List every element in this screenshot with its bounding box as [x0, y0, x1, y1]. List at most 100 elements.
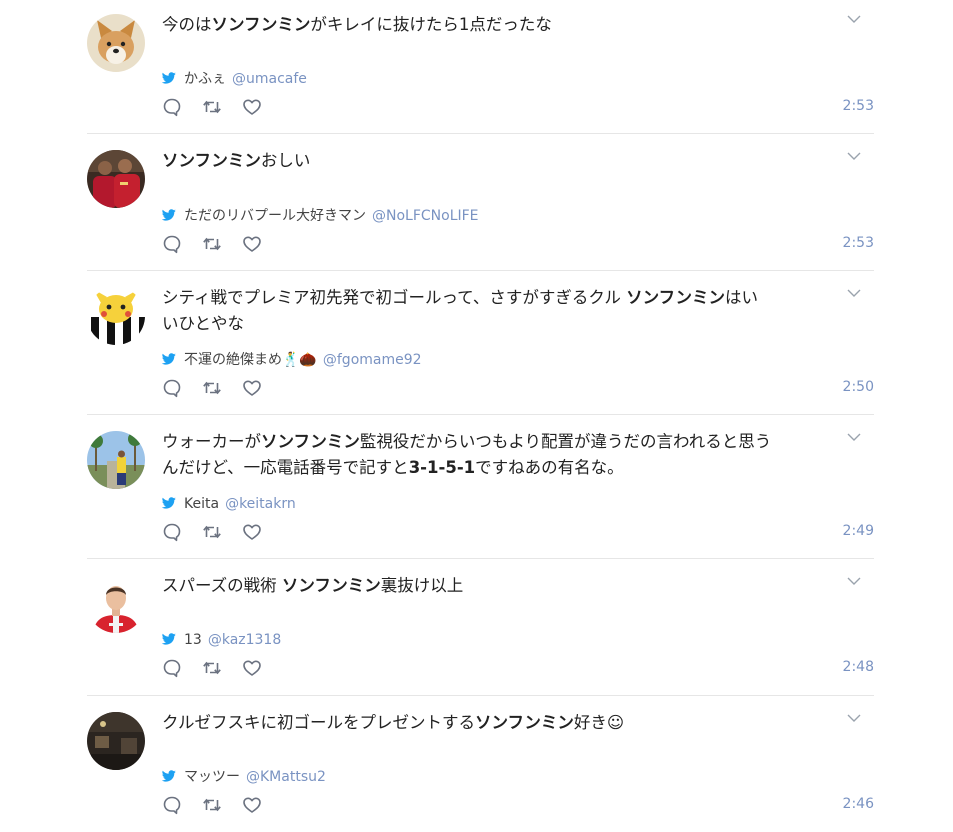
author-handle[interactable]: @umacafe	[232, 71, 307, 87]
author-name[interactable]: 不運の絶傑まめ🕺🌰	[184, 352, 317, 368]
avatar[interactable]	[87, 712, 145, 770]
tweet-timestamp[interactable]: 2:50	[843, 379, 874, 395]
tweet-text-highlight: ソンフンミン	[475, 713, 574, 732]
author-handle[interactable]: @KMattsu2	[246, 769, 326, 785]
tweet-text-segment: 今のは	[162, 15, 212, 34]
author-name[interactable]: かふぇ	[184, 71, 226, 87]
tweet-text: シティ戦でプレミア初先発で初ゴールって、さすがすぎるクル ソンフンミンはいいひと…	[162, 285, 802, 337]
tweet-text-segment: 好き☺	[573, 713, 625, 732]
avatar[interactable]	[87, 14, 145, 72]
retweet-icon[interactable]	[202, 795, 222, 815]
tweet-text-segment: スパーズの戦術	[162, 576, 282, 595]
tweet-text-segment: 裏抜け以上	[380, 576, 464, 595]
tweet-actions: 2:46	[162, 795, 874, 815]
tweet-text: 今のはソンフンミンがキレイに抜けたら1点だったな	[162, 12, 802, 38]
tweet-text: ソンフンミンおしい	[162, 148, 802, 174]
tweet-actions: 2:53	[162, 97, 874, 117]
heart-icon[interactable]	[242, 522, 262, 542]
tweet-text-highlight: ソンフンミン	[211, 15, 311, 34]
tweet-text-segment: いひとやな	[162, 314, 245, 333]
tweet-text-segment: はい	[724, 288, 758, 307]
author-name[interactable]: マッツー	[184, 769, 240, 785]
chevron-down-icon[interactable]	[847, 714, 861, 724]
avatar[interactable]	[87, 287, 145, 345]
twitter-bird-icon	[162, 770, 176, 782]
tweet-card: シティ戦でプレミア初先発で初ゴールって、さすがすぎるクル ソンフンミンはいいひと…	[87, 271, 874, 415]
avatar[interactable]	[87, 150, 145, 208]
reply-icon[interactable]	[162, 658, 182, 678]
tweet-author: かふぇ @umacafe	[162, 70, 307, 88]
tweet-card: クルゼフスキに初ゴールをプレゼントするソンフンミン好き☺ マッツー @KMatts…	[87, 696, 874, 832]
retweet-icon[interactable]	[202, 378, 222, 398]
avatar-pikachu-juventus-image	[87, 287, 145, 345]
tweet-author: 不運の絶傑まめ🕺🌰 @fgomame92	[162, 351, 422, 369]
tweet-card: ソンフンミンおしい ただのリバプール大好きマン @NoLFCNoLIFE 2:53	[87, 134, 874, 271]
heart-icon[interactable]	[242, 658, 262, 678]
tweet-author: マッツー @KMattsu2	[162, 768, 326, 786]
author-handle[interactable]: @fgomame92	[323, 352, 422, 368]
tweet-actions: 2:53	[162, 234, 874, 254]
tweet-text-highlight: ソンフンミン	[261, 432, 360, 451]
tweet-text-segment: んだけど、一応電話番号で記すと	[162, 458, 409, 477]
tweet-text: スパーズの戦術 ソンフンミン裏抜け以上	[162, 573, 802, 599]
avatar[interactable]	[87, 431, 145, 489]
heart-icon[interactable]	[242, 795, 262, 815]
heart-icon[interactable]	[242, 97, 262, 117]
avatar-corgi-image	[87, 14, 145, 72]
retweet-icon[interactable]	[202, 658, 222, 678]
reply-icon[interactable]	[162, 522, 182, 542]
twitter-bird-icon	[162, 497, 176, 509]
tweet-timestamp[interactable]: 2:53	[843, 98, 874, 114]
tweet-text-segment: ウォーカーが	[162, 432, 261, 451]
tweet-card: スパーズの戦術 ソンフンミン裏抜け以上 13 @kaz1318 2:48	[87, 559, 874, 696]
tweet-text-segment: 監視役だからいつもより配置が違うだの言われると思う	[359, 432, 772, 451]
tweet-text-segment: おしい	[260, 151, 311, 170]
author-name[interactable]: ただのリバプール大好きマン	[184, 208, 366, 224]
reply-icon[interactable]	[162, 795, 182, 815]
heart-icon[interactable]	[242, 378, 262, 398]
chevron-down-icon[interactable]	[847, 15, 861, 25]
tweet-text-segment: がキレイに抜けたら1点だったな	[310, 15, 552, 34]
retweet-icon[interactable]	[202, 97, 222, 117]
tweet-text: クルゼフスキに初ゴールをプレゼントするソンフンミン好き☺	[162, 710, 802, 736]
tweet-author: Keita @keitakrn	[162, 495, 296, 513]
tweet-timestamp[interactable]: 2:46	[843, 796, 874, 812]
tweet-timestamp[interactable]: 2:49	[843, 523, 874, 539]
author-handle[interactable]: @kaz1318	[208, 632, 281, 648]
chevron-down-icon[interactable]	[847, 577, 861, 587]
retweet-icon[interactable]	[202, 234, 222, 254]
tweet-author: ただのリバプール大好きマン @NoLFCNoLIFE	[162, 207, 479, 225]
avatar-dark-room-image	[87, 712, 145, 770]
chevron-down-icon[interactable]	[847, 289, 861, 299]
reply-icon[interactable]	[162, 378, 182, 398]
tweet-timestamp[interactable]: 2:53	[843, 235, 874, 251]
tweet-feed: 今のはソンフンミンがキレイに抜けたら1点だったな かふぇ @umacafe 2:5…	[87, 0, 874, 832]
author-handle[interactable]: @keitakrn	[225, 496, 296, 512]
tweet-timestamp[interactable]: 2:48	[843, 659, 874, 675]
author-handle[interactable]: @NoLFCNoLIFE	[372, 208, 479, 224]
tweet-text-highlight: ソンフンミン	[281, 576, 381, 595]
avatar-arsenal-player-image	[87, 575, 145, 633]
author-name[interactable]: Keita	[184, 496, 219, 512]
retweet-icon[interactable]	[202, 522, 222, 542]
avatar-palm-street-image	[87, 431, 145, 489]
reply-icon[interactable]	[162, 234, 182, 254]
chevron-down-icon[interactable]	[847, 433, 861, 443]
tweet-text-segment: シティ戦でプレミア初先発で初ゴールって、さすがすぎるクル	[162, 288, 627, 307]
reply-icon[interactable]	[162, 97, 182, 117]
twitter-bird-icon	[162, 353, 176, 365]
tweet-text: ウォーカーがソンフンミン監視役だからいつもより配置が違うだの言われると思うんだけ…	[162, 429, 802, 481]
tweet-text-highlight: ソンフンミン	[162, 151, 261, 170]
avatar[interactable]	[87, 575, 145, 633]
twitter-bird-icon	[162, 72, 176, 84]
tweet-text-segment: クルゼフスキに初ゴールをプレゼントする	[162, 713, 476, 732]
twitter-bird-icon	[162, 209, 176, 221]
tweet-card: 今のはソンフンミンがキレイに抜けたら1点だったな かふぇ @umacafe 2:5…	[87, 0, 874, 134]
tweet-text-highlight: ソンフンミン	[626, 288, 725, 307]
avatar-football-players-image	[87, 150, 145, 208]
tweet-actions: 2:50	[162, 378, 874, 398]
author-name[interactable]: 13	[184, 632, 202, 648]
heart-icon[interactable]	[242, 234, 262, 254]
chevron-down-icon[interactable]	[847, 152, 861, 162]
tweet-text-highlight: 3-1-5-1	[408, 458, 476, 477]
